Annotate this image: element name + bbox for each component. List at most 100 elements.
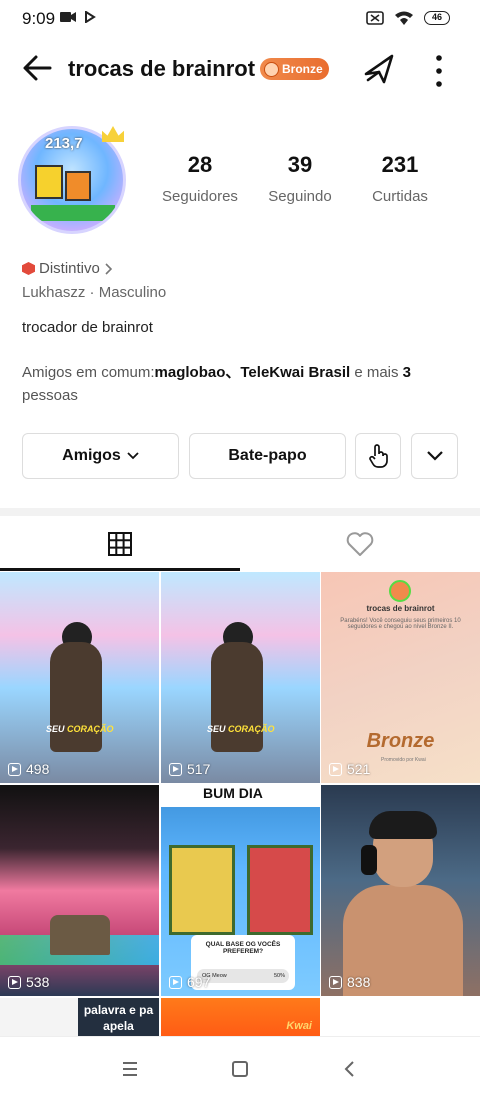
wifi-icon [395, 11, 413, 25]
badge-medal-icon [264, 61, 279, 77]
mutual-friends[interactable]: Amigos em comum:maglobao、TeleKwai Brasil… [22, 361, 462, 407]
view-count-value: 498 [26, 761, 50, 777]
back-nav-icon[interactable] [338, 1057, 362, 1081]
status-right-icons: 46 [366, 10, 450, 26]
video-thumbnail[interactable]: Kwai [161, 998, 320, 1038]
video-thumbnail[interactable]: SEU CORAÇÃO 498 [0, 572, 159, 783]
view-count: 521 [329, 761, 370, 777]
status-left-icons [60, 11, 96, 23]
thumbnail-shelf [169, 845, 235, 935]
distintivo-link[interactable]: Distintivo [22, 260, 112, 277]
profile-meta: Lukhaszz · Masculino [22, 284, 167, 301]
stat-following[interactable]: 39 Seguindo [250, 152, 350, 205]
thumbnail-promo: Promovido por Kwai [381, 757, 426, 763]
video-thumbnail[interactable]: 838 [321, 785, 480, 996]
badge-label: Bronze [282, 62, 323, 76]
share-arrow-icon[interactable] [360, 50, 398, 88]
section-divider [0, 508, 480, 516]
play-icon [329, 975, 342, 989]
status-time: 9:09 [22, 9, 56, 28]
bronze-badge[interactable]: Bronze [260, 58, 329, 80]
caption-part: CORAÇÃO [228, 724, 275, 734]
thumbnail-caption: SEU CORAÇÃO [207, 724, 275, 734]
friends-mid: e mais [350, 364, 403, 381]
menu-icon[interactable] [118, 1057, 142, 1081]
profile-stats: 28 Seguidores 39 Seguindo 231 Curtidas [150, 152, 450, 205]
arrow-left-icon[interactable] [20, 50, 56, 86]
play-indicator-icon [85, 11, 96, 23]
touch-hand-icon [369, 444, 388, 468]
thumbnail-car [50, 915, 110, 955]
battery-icon: 46 [424, 11, 450, 25]
chevron-down-icon [127, 452, 139, 460]
view-count: 538 [8, 974, 49, 990]
notification-icon [366, 11, 384, 25]
system-nav-bar [0, 1036, 480, 1100]
chat-button[interactable]: Bate-papo [189, 433, 346, 479]
crown-icon [102, 126, 124, 142]
play-icon [329, 762, 342, 776]
thumbnail-figure [211, 642, 263, 752]
friends-count: 3 [402, 364, 412, 381]
chat-button-label: Bate-papo [228, 447, 307, 464]
chevron-down-icon [426, 451, 443, 461]
view-count-value: 517 [187, 761, 211, 777]
video-thumbnail[interactable]: SEU CORAÇÃO 517 [161, 572, 320, 783]
thumbnail-shelf [247, 845, 313, 935]
video-thumbnail[interactable]: palavra e pa apela [0, 998, 159, 1038]
friends-suffix: pessoas [22, 387, 78, 404]
video-thumbnail[interactable]: 538 [0, 785, 159, 996]
more-vertical-icon[interactable] [424, 50, 454, 88]
poll-option: OG Meow 50% [197, 969, 289, 983]
thumbnail-caption: SEU CORAÇÃO [46, 724, 114, 734]
touch-button[interactable] [355, 433, 401, 479]
caption-part: SEU [207, 724, 229, 734]
thumbnail-text: Kwai [286, 1020, 312, 1032]
distintivo-label: Distintivo [39, 260, 100, 277]
avatar-overlay-text: 213,7 [45, 135, 83, 152]
stat-label: Seguidores [162, 188, 238, 205]
avatar-character [35, 165, 63, 199]
profile-header: trocas de brainrot Bronze [0, 46, 480, 92]
poll-question: QUAL BASE OG VOCÊS PREFEREM? [205, 941, 281, 955]
status-bar: 9:09 46 [0, 0, 480, 36]
thumbnail-title: trocas de brainrot [366, 604, 435, 613]
avatar-ground [31, 205, 115, 221]
play-icon [169, 762, 182, 776]
home-icon[interactable] [228, 1057, 252, 1081]
thumbnail-text: Parabéns! Você conseguiu seus primeiros … [340, 618, 461, 630]
thumbnail-figure [369, 811, 437, 839]
view-count: 697 [169, 974, 210, 990]
friends-button[interactable]: Amigos [22, 433, 179, 479]
friends-prefix: Amigos em comum: [22, 364, 155, 381]
avatar-character [65, 171, 91, 201]
heart-icon [346, 531, 374, 556]
stat-value: 231 [381, 152, 419, 177]
view-count-value: 538 [26, 974, 50, 990]
thumbnail-headline: Bronze [366, 730, 435, 752]
video-thumbnail[interactable]: BUM DIA QUAL BASE OG VOCÊS PREFEREM? OG … [161, 785, 320, 996]
tab-videos[interactable] [0, 516, 240, 571]
play-icon [169, 975, 182, 989]
video-thumbnail[interactable]: trocas de brainrot Parabéns! Você conseg… [321, 572, 480, 783]
active-tab-indicator [0, 568, 240, 571]
stat-label: Curtidas [372, 188, 428, 205]
kwai-logo-icon [389, 580, 411, 602]
camera-icon [60, 12, 76, 22]
shield-icon [22, 262, 35, 275]
stat-likes[interactable]: 231 Curtidas [350, 152, 450, 205]
tab-likes[interactable] [240, 516, 480, 571]
profile-bio: trocador de brainrot [22, 319, 153, 336]
stat-followers[interactable]: 28 Seguidores [150, 152, 250, 205]
profile-title: trocas de brainrot [68, 56, 256, 81]
content-tabs [0, 516, 480, 571]
headset-shape [361, 845, 377, 875]
poll-option-percent: 50% [273, 973, 285, 979]
expand-button[interactable] [411, 433, 458, 479]
caption-part: SEU [46, 724, 68, 734]
play-icon [8, 975, 21, 989]
friends-names: maglobao、TeleKwai Brasil [154, 364, 351, 381]
stat-value: 39 [287, 152, 313, 177]
avatar[interactable]: 213,7 [18, 126, 126, 234]
view-count-value: 838 [347, 974, 371, 990]
